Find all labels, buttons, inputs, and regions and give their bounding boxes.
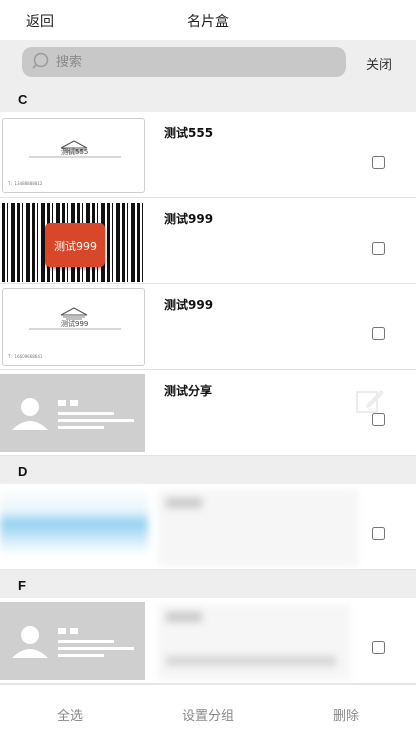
card-thumbnail (0, 488, 148, 566)
list-item[interactable]: 测试555 T：13488888812 测试555 (0, 112, 416, 198)
section-header-c: C (0, 84, 416, 112)
select-checkbox[interactable] (372, 641, 385, 654)
search-input[interactable] (56, 51, 336, 73)
bottom-toolbar: 全选 设置分组 删除 (0, 684, 416, 738)
card-name: 测试555 (164, 126, 214, 140)
page-title: 名片盒 (187, 14, 229, 30)
card-phone: T：13488888812 (8, 181, 43, 186)
search-bar: 关闭 (0, 40, 416, 84)
blurred-content (158, 604, 350, 680)
set-group-button[interactable]: 设置分组 (182, 705, 234, 724)
list-item[interactable]: 测试999 T：16609668641 测试999 (0, 284, 416, 370)
list-item[interactable] (0, 598, 416, 684)
section-header-d: D (0, 456, 416, 484)
card-thumbnail (0, 374, 145, 452)
card-thumbnail (0, 602, 145, 680)
card-thumbnail: 测试999 (2, 203, 145, 282)
list-item[interactable]: 测试999 测试999 (0, 198, 416, 284)
select-checkbox[interactable] (372, 413, 385, 426)
select-checkbox[interactable] (372, 527, 385, 540)
sticker-text: 测试999 (54, 240, 97, 253)
list-item[interactable]: 测试分享 (0, 370, 416, 456)
search-icon (32, 52, 49, 69)
select-checkbox[interactable] (372, 156, 385, 169)
select-checkbox[interactable] (372, 242, 385, 255)
edit-icon[interactable] (355, 386, 387, 416)
avatar-placeholder-icon (12, 398, 134, 430)
card-name: 测试999 (164, 212, 214, 226)
card-logo-text: 测试555 (61, 148, 89, 156)
section-letter: C (18, 92, 28, 107)
avatar-placeholder-icon (12, 626, 134, 658)
section-letter: F (18, 578, 26, 593)
close-button[interactable]: 关闭 (366, 54, 392, 73)
section-header-f: F (0, 570, 416, 598)
list-item[interactable] (0, 484, 416, 570)
card-name: 测试分享 (164, 384, 213, 398)
card-logo-text: 测试999 (61, 320, 89, 328)
delete-button[interactable]: 删除 (333, 705, 359, 724)
blurred-content (158, 490, 358, 566)
card-thumbnail: 测试999 T：16609668641 (2, 288, 145, 366)
search-box[interactable] (22, 47, 346, 77)
card-name: 测试999 (164, 298, 214, 312)
select-checkbox[interactable] (372, 327, 385, 340)
section-letter: D (18, 464, 28, 479)
top-bar: 返回 名片盒 (0, 0, 416, 40)
select-all-button[interactable]: 全选 (57, 705, 83, 724)
card-phone: T：16609668641 (8, 354, 43, 359)
card-thumbnail: 测试555 T：13488888812 (2, 118, 145, 193)
